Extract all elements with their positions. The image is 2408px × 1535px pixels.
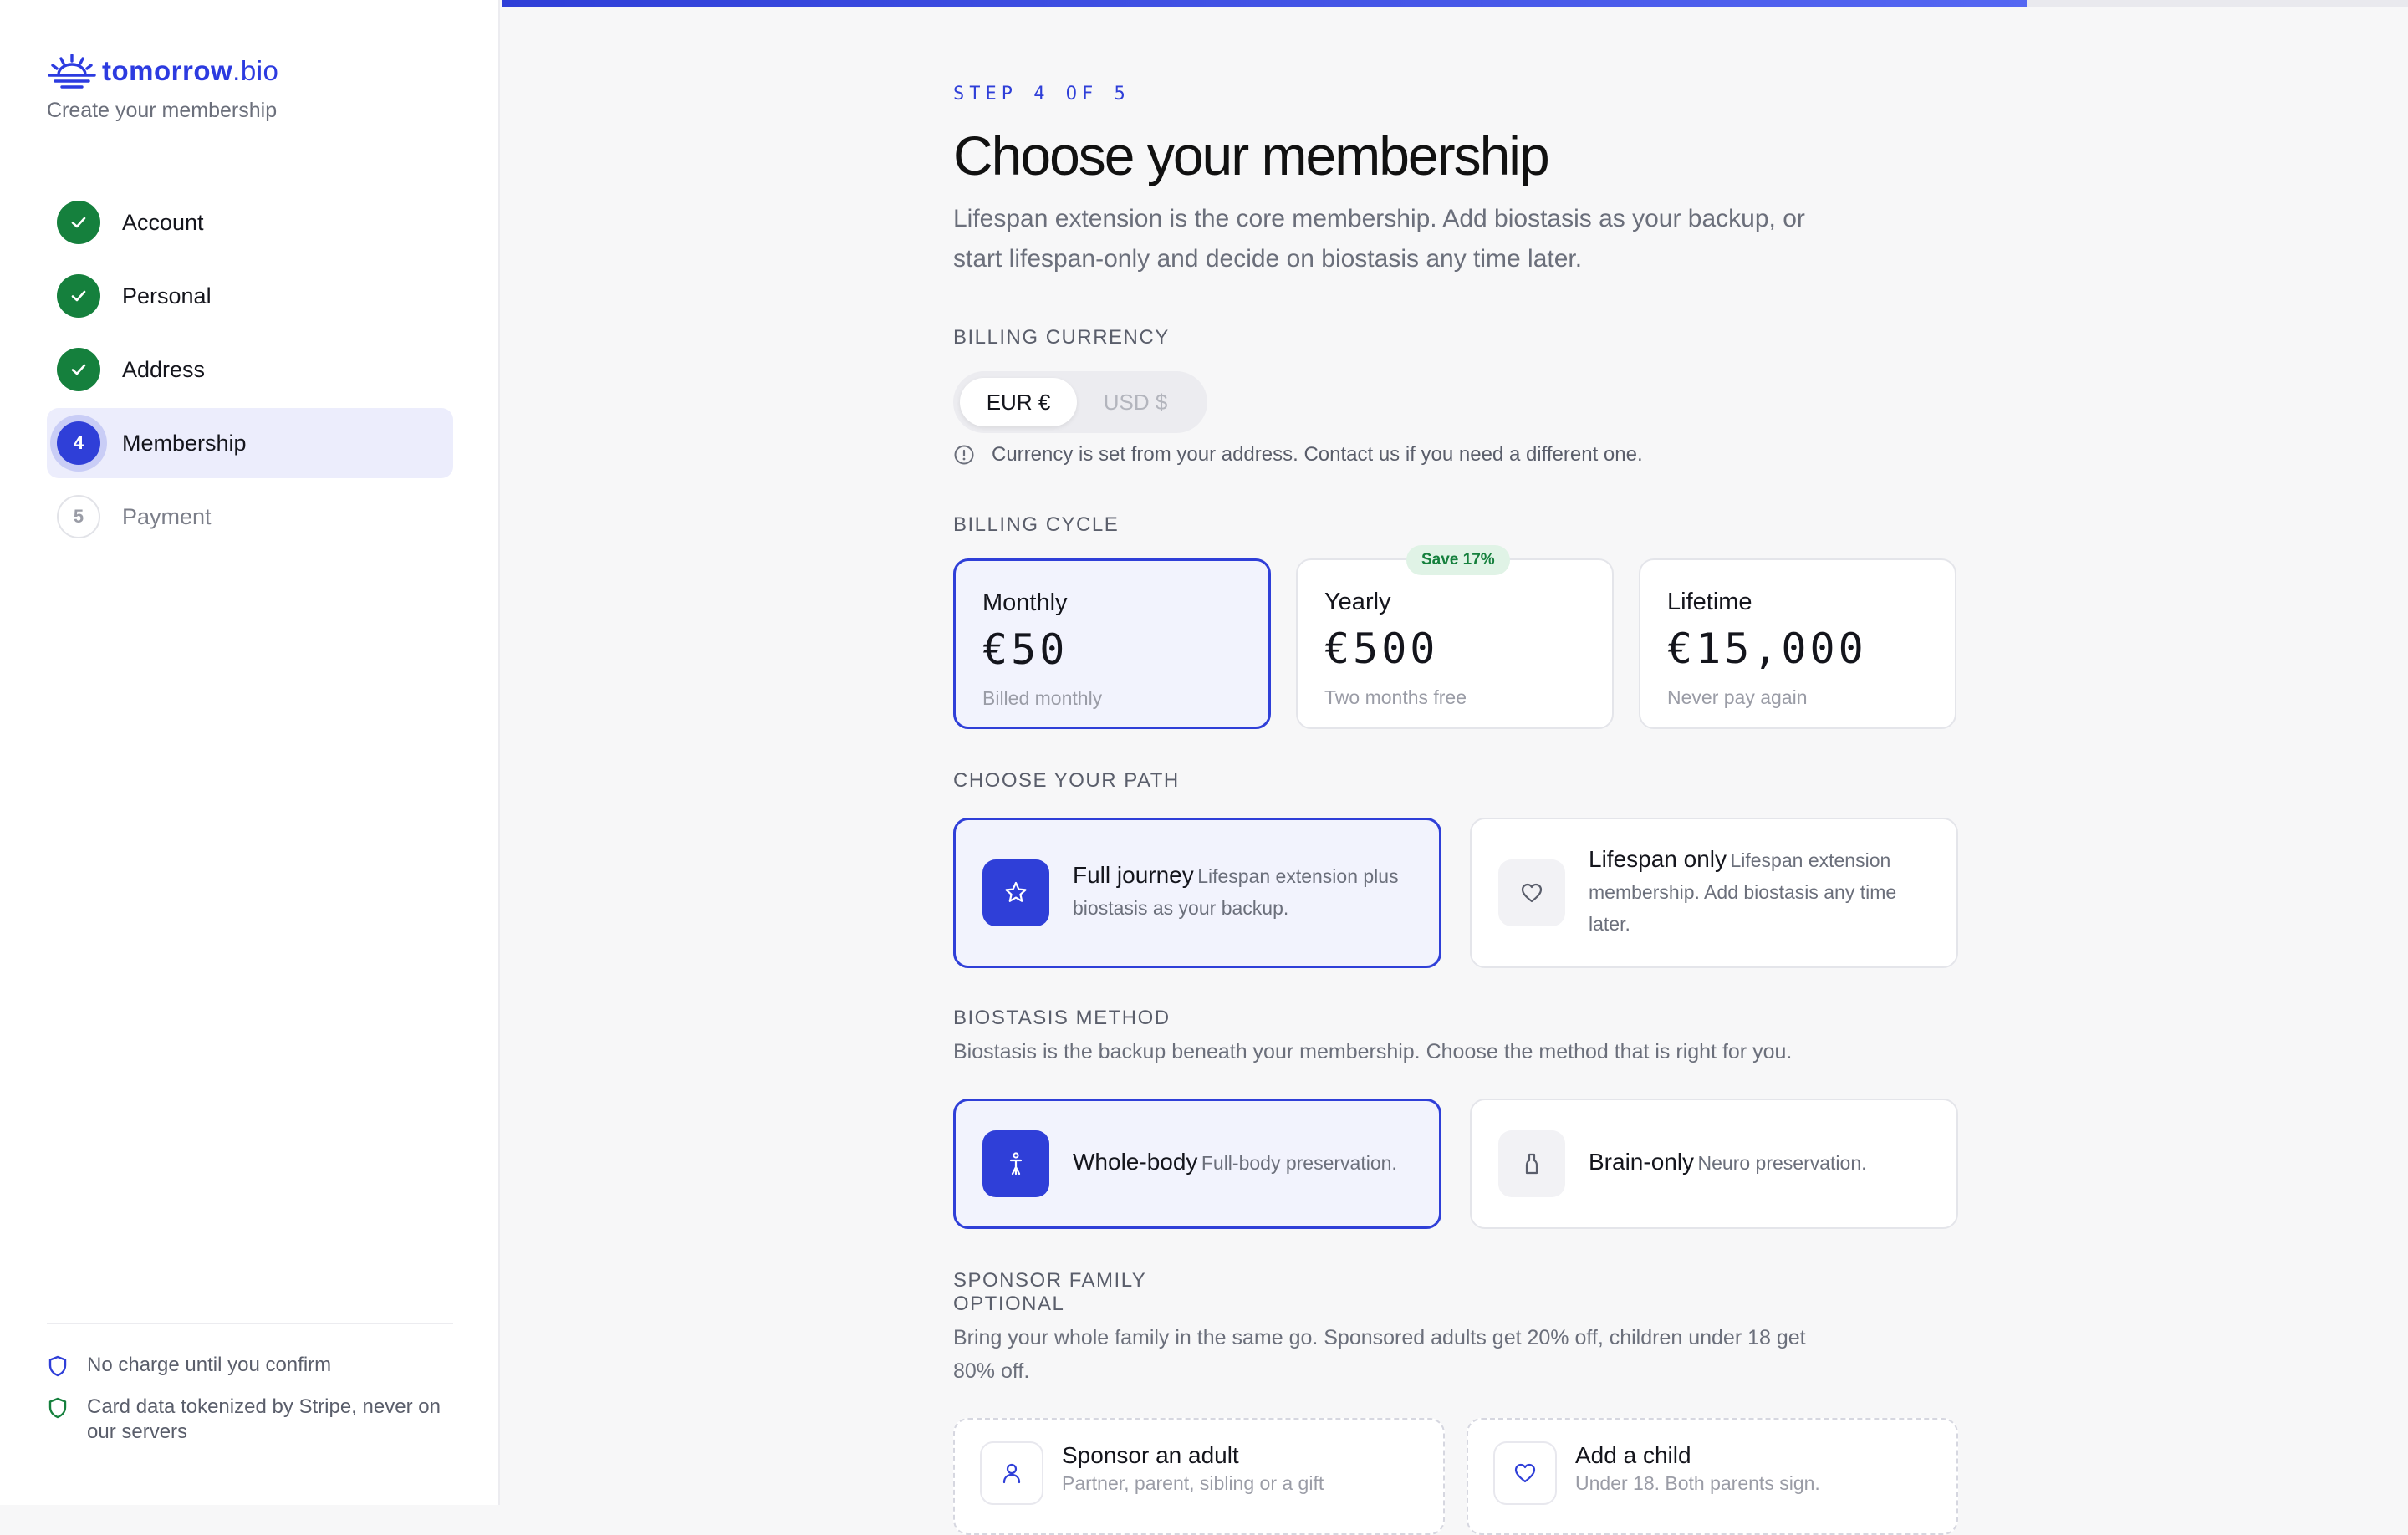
path-icon-box [982,859,1049,926]
currency-option-eur[interactable]: EUR € [960,378,1077,426]
progress-fill [502,0,2027,7]
biostasis-method-label: BIOSTASIS METHOD [953,1007,1171,1029]
method-text: Whole-body Full-body preservation. [1073,1148,1397,1181]
currency-option-usd[interactable]: USD $ [1077,378,1194,426]
save-badge: Save 17% [1406,545,1510,575]
step-eyebrow: STEP 4 OF 5 [953,84,1130,105]
billing-currency-label: BILLING CURRENCY [953,326,1170,349]
cycle-subtext: Two months free [1324,686,1467,708]
sponsor-name: Add a child [1575,1442,1691,1468]
step-complete-badge [57,274,100,318]
billing-cycle-options: Monthly €50 Billed monthly Save 17% Year… [953,545,1956,729]
method-description: Full-body preservation. [1201,1151,1397,1174]
sponsor-name: Sponsor an adult [1062,1442,1239,1468]
cycle-name: Yearly [1324,589,1391,615]
cycle-subtext: Billed monthly [982,687,1103,709]
page-description: Lifespan extension is the core membershi… [953,205,1805,273]
method-option-whole-body[interactable]: Whole-body Full-body preservation. [953,1099,1441,1229]
brand-name: tomorrow.bio [102,55,279,86]
step-complete-badge [57,201,100,244]
step-label: Payment [122,503,212,529]
path-options: Full journey Lifespan extension plus bio… [953,818,1958,968]
step-label: Account [122,209,204,235]
no-charge-note: No charge until you confirm [47,1353,453,1378]
cycle-name: Monthly [982,589,1068,616]
sponsor-description: Bring your whole family in the same go. … [953,1326,1806,1383]
sponsor-subtext: Under 18. Both parents sign. [1575,1472,1820,1494]
sponsor-subtext: Partner, parent, sibling or a gift [1062,1472,1324,1494]
step-label: Personal [122,283,212,309]
brand-subtitle: Create your membership [47,99,278,122]
currency-note: Currency is set from your address. Conta… [953,443,1643,467]
person-icon [1002,1463,1021,1484]
path-name: Lifespan only [1589,845,1727,872]
sponsor-icon-box [1493,1441,1557,1505]
check-icon [71,364,86,375]
step-membership[interactable]: 4 Membership [47,408,453,478]
stripe-note: Card data tokenized by Stripe, never on … [47,1395,453,1445]
method-name: Brain-only [1589,1148,1695,1175]
optional-tag: OPTIONAL [953,1293,1065,1315]
step-payment[interactable]: 5 Payment [47,482,453,552]
method-name: Whole-body [1073,1148,1198,1175]
sidebar-footer: No charge until you confirm Card data to… [47,1323,453,1461]
cycle-price: €15,000 [1667,625,1867,673]
sponsor-text: Add a child Under 18. Both parents sign. [1575,1441,1820,1497]
path-icon-box [1498,859,1565,926]
sidebar: tomorrow.bio Create your membership Acco… [0,0,500,1505]
step-label: Address [122,356,206,382]
sponsor-text: Sponsor an adult Partner, parent, siblin… [1062,1441,1324,1497]
check-icon [71,217,86,228]
method-text: Brain-only Neuro preservation. [1589,1148,1867,1181]
shield-icon [48,1397,67,1419]
path-text: Full journey Lifespan extension plus bio… [1073,861,1414,926]
brand-logo[interactable]: tomorrow.bio [47,52,278,90]
billing-cycle-label: BILLING CYCLE [953,513,1120,536]
sponsor-options: Sponsor an adult Partner, parent, siblin… [953,1418,1958,1535]
add-child-button[interactable]: Add a child Under 18. Both parents sign. [1467,1418,1958,1535]
biostasis-description: Biostasis is the backup beneath your mem… [953,1040,1793,1063]
heart-icon [1514,1463,1536,1483]
step-label: Membership [122,430,247,456]
shield-icon [48,1355,67,1377]
step-complete-badge [57,348,100,391]
info-icon [954,445,974,465]
sponsor-adult-button[interactable]: Sponsor an adult Partner, parent, siblin… [953,1418,1445,1535]
sunrise-logo-icon [48,54,96,89]
method-option-brain-only[interactable]: Brain-only Neuro preservation. [1470,1099,1958,1229]
head-icon [1525,1153,1538,1175]
cycle-option-yearly[interactable]: Save 17% Yearly €500 Two months free [1296,545,1614,729]
step-number-badge: 5 [57,495,100,538]
sponsor-icon-box [980,1441,1043,1505]
path-option-full-journey[interactable]: Full journey Lifespan extension plus bio… [953,818,1441,968]
path-name: Full journey [1073,861,1194,888]
step-personal[interactable]: Personal [47,261,453,331]
cycle-option-monthly[interactable]: Monthly €50 Billed monthly [953,558,1271,729]
path-option-lifespan-only[interactable]: Lifespan only Lifespan extension members… [1470,818,1958,968]
method-description: Neuro preservation. [1697,1151,1867,1174]
progress-bar [502,0,2408,7]
method-icon-box [982,1130,1049,1197]
biostasis-options: Whole-body Full-body preservation. Brain… [953,1099,1958,1229]
cycle-name: Lifetime [1667,589,1752,615]
cycle-option-lifetime[interactable]: Lifetime €15,000 Never pay again [1639,558,1956,729]
path-text: Lifespan only Lifespan extension members… [1589,845,1931,941]
cycle-price: €50 [982,625,1069,674]
check-icon [71,290,86,302]
cycle-subtext: Never pay again [1667,686,1808,708]
step-number-badge: 4 [57,421,100,465]
method-icon-box [1498,1130,1565,1197]
currency-toggle: EUR € USD $ [953,371,1207,433]
choose-path-label: CHOOSE YOUR PATH [953,769,1180,792]
sponsor-family-label: SPONSOR FAMILY OPTIONAL [953,1269,1147,1315]
star-icon [1005,881,1027,902]
body-icon [1009,1152,1023,1175]
page-title: Choose your membership [953,125,1550,186]
heart-icon [1521,883,1543,903]
step-address[interactable]: Address [47,334,453,405]
step-account[interactable]: Account [47,187,453,258]
stepper: Account Personal Address 4 Membership 5 … [47,187,453,555]
cycle-price: €500 [1324,625,1439,673]
